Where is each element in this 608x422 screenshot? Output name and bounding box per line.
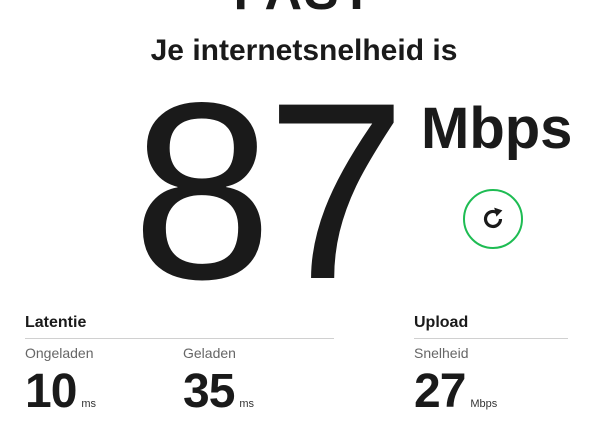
upload-speed: 27 Mbps <box>414 368 497 416</box>
loaded-latency: 35 ms <box>183 368 254 416</box>
refresh-button[interactable] <box>463 189 523 249</box>
upload-speed-value: 27 <box>414 365 466 418</box>
unloaded-latency-value: 10 <box>25 365 77 418</box>
latency-divider <box>25 338 334 339</box>
latency-title: Latentie <box>25 314 87 331</box>
upload-title: Upload <box>414 314 469 331</box>
loaded-latency-label: Geladen <box>183 345 236 361</box>
speedtest-page: FAST Je internetsnelheid is 87 Mbps Late… <box>0 0 608 422</box>
upload-speed-unit: Mbps <box>470 398 498 410</box>
download-speed-value: 87 <box>132 51 406 332</box>
unloaded-latency: 10 ms <box>25 368 96 416</box>
unloaded-latency-label: Ongeladen <box>25 345 94 361</box>
unloaded-latency-unit: ms <box>81 398 97 410</box>
refresh-icon <box>483 207 503 229</box>
upload-speed-label: Snelheid <box>414 345 469 361</box>
loaded-latency-unit: ms <box>239 398 255 410</box>
download-speed-units: Mbps <box>421 96 573 161</box>
fast-logo: FAST <box>0 0 608 18</box>
upload-divider <box>414 338 568 339</box>
loaded-latency-value: 35 <box>183 365 235 418</box>
